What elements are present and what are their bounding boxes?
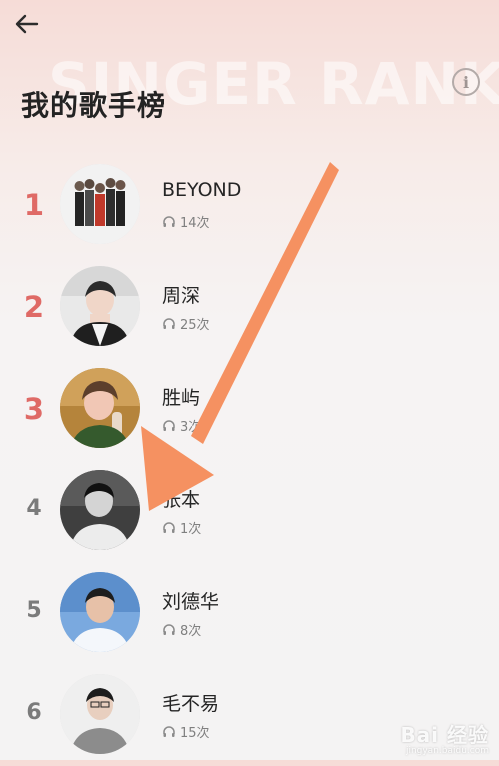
rank-number: 6 — [26, 700, 42, 725]
headphones-icon — [163, 725, 175, 737]
watermark-url: jingyan.baidu.com — [405, 746, 489, 756]
play-count: 14次 — [162, 212, 210, 231]
play-count-text: 1次 — [180, 522, 202, 537]
headphones-icon — [163, 419, 175, 431]
avatar — [60, 164, 140, 244]
headphones-icon — [163, 215, 175, 227]
headphones-icon — [163, 623, 175, 635]
list-item[interactable]: 3 胜屿 3次 — [0, 364, 499, 460]
artist-name: 胜屿 — [162, 387, 201, 409]
play-count: 8次 — [162, 620, 201, 639]
artist-name: 刘德华 — [162, 591, 220, 613]
play-count: 15次 — [162, 722, 210, 741]
artist-name: 毛不易 — [162, 693, 220, 715]
play-count-text: 14次 — [180, 216, 210, 231]
list-item[interactable]: 2 周深 25次 — [0, 262, 499, 358]
artist-name: BEYOND — [162, 179, 242, 201]
play-count-text: 15次 — [180, 726, 210, 741]
back-button[interactable] — [10, 7, 44, 41]
artist-name: 张本 — [162, 489, 201, 511]
list-item[interactable]: 4 张本 1次 — [0, 466, 499, 562]
headphones-icon — [163, 521, 175, 533]
play-count: 1次 — [162, 518, 201, 537]
headphones-icon — [163, 317, 175, 329]
avatar — [60, 572, 140, 652]
avatar — [60, 368, 140, 448]
rank-number: 5 — [26, 598, 42, 623]
watermark: Bai 经验 jingyan.baidu.com — [400, 719, 489, 756]
info-button[interactable]: i — [452, 68, 480, 96]
info-icon: i — [462, 72, 470, 92]
list-item[interactable]: 5 刘德华 8次 — [0, 568, 499, 664]
play-count: 25次 — [162, 314, 210, 333]
page-title: 我的歌手榜 — [21, 89, 167, 122]
artist-name: 周深 — [162, 285, 201, 307]
back-arrow-icon — [15, 14, 39, 34]
list-item[interactable]: 1 BEYOND 14次 — [0, 160, 499, 256]
rank-number: 3 — [23, 392, 45, 426]
play-count-text: 8次 — [180, 624, 202, 639]
avatar — [60, 470, 140, 550]
rank-number: 4 — [26, 496, 42, 521]
play-count-text: 25次 — [180, 318, 210, 333]
play-count: 3次 — [162, 416, 201, 435]
watermark-logo: Bai 经验 — [400, 723, 489, 747]
rank-number: 1 — [23, 188, 45, 222]
avatar — [60, 674, 140, 754]
avatar — [60, 266, 140, 346]
rank-number: 2 — [23, 290, 45, 324]
play-count-text: 3次 — [180, 420, 202, 435]
